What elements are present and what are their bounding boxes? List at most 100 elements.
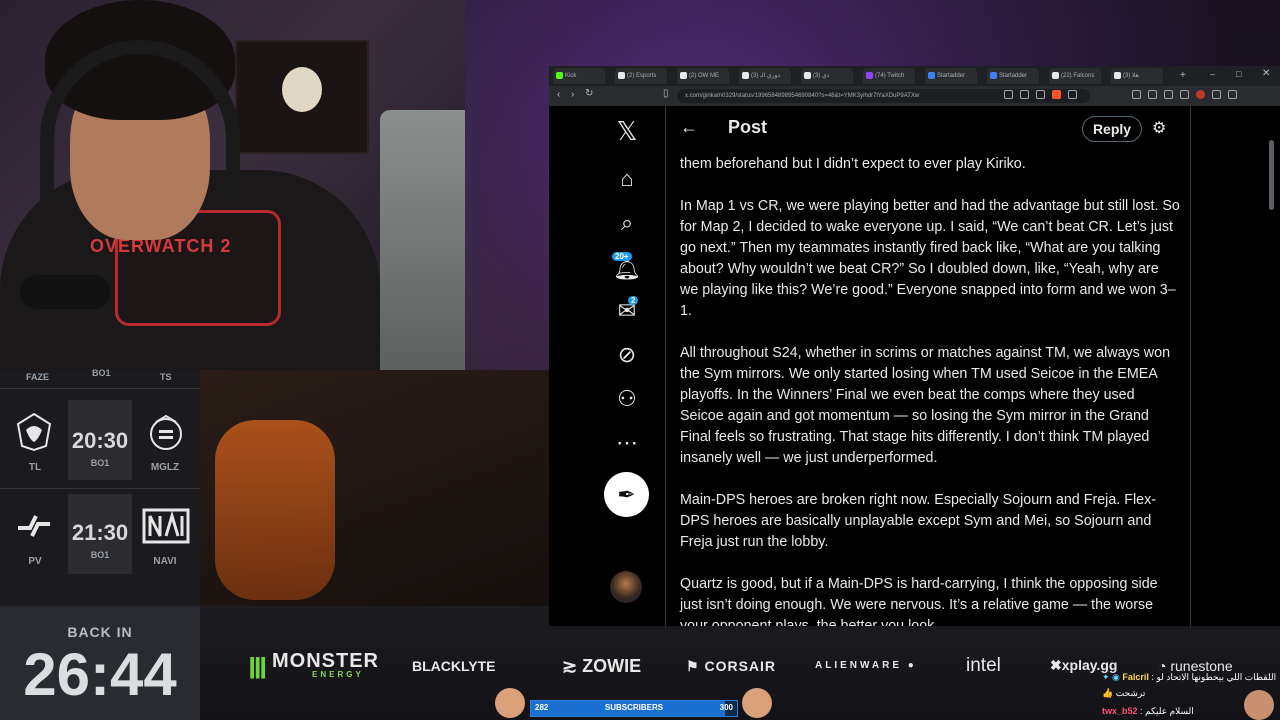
- search-page-icon[interactable]: [1020, 90, 1029, 99]
- sponsor-alienware-label: ALIENWARE: [815, 660, 902, 671]
- tab-favicon-icon: [866, 72, 873, 79]
- sponsor-zowie-label: ZOWIE: [582, 656, 642, 676]
- microphone: [20, 275, 110, 309]
- post-paragraph: them beforehand but I didn’t expect to e…: [680, 156, 1026, 172]
- match-time: 21:30: [71, 520, 129, 545]
- compose-post-button[interactable]: ✒: [604, 472, 649, 517]
- browser-tab[interactable]: هلا (3): [1111, 68, 1163, 84]
- chair: [215, 420, 335, 600]
- tab-favicon-icon: [556, 72, 563, 79]
- match-format: BO1: [90, 458, 110, 468]
- reply-button[interactable]: Reply: [1082, 116, 1142, 142]
- maximize-button[interactable]: □: [1236, 69, 1241, 79]
- chat-message: twx_b52 : السلام عليكم: [1102, 706, 1194, 716]
- scrollbar[interactable]: [1269, 140, 1274, 210]
- forward-nav-icon[interactable]: ›: [571, 89, 574, 100]
- x-logo-icon[interactable]: 𝕏: [605, 116, 649, 147]
- chat-username: twx_b52: [1102, 706, 1138, 716]
- mglz-logo: [142, 408, 190, 456]
- sponsor-zowie: ≳ ZOWIE: [562, 656, 641, 677]
- grok-icon[interactable]: ⊘: [605, 342, 649, 368]
- brave-icon[interactable]: [1052, 90, 1061, 99]
- post-paragraph: In Map 1 vs CR, we were playing better a…: [680, 198, 1180, 319]
- bookmarks-icon[interactable]: [1148, 90, 1157, 99]
- browser-tab[interactable]: (3) دي: [801, 68, 853, 84]
- bookmark-icon[interactable]: ▯: [663, 88, 669, 99]
- feather-icon: ✒: [617, 482, 636, 507]
- download-icon[interactable]: [1132, 90, 1141, 99]
- monster-claw-icon: Ⅲ: [248, 653, 268, 684]
- sponsor-monster-sub: ENERGY: [312, 670, 364, 679]
- browser-tab[interactable]: (2) Esports: [615, 68, 667, 84]
- match-format: BO1: [90, 550, 110, 560]
- back-arrow-icon[interactable]: ←: [680, 117, 698, 138]
- header-mid: BO1: [92, 368, 111, 378]
- team1-tag: TL: [28, 462, 42, 473]
- sidebar-icon[interactable]: [1164, 90, 1173, 99]
- browser-tab[interactable]: (22) Falcons: [1049, 68, 1101, 84]
- more-icon[interactable]: ⋯: [605, 430, 649, 456]
- browser-tab[interactable]: Kick: [553, 68, 605, 84]
- tab-favicon-icon: [680, 72, 687, 79]
- tab-favicon-icon: [618, 72, 625, 79]
- new-tab-button[interactable]: +: [1180, 70, 1186, 81]
- post-paragraph: All throughout S24, whether in scrims or…: [680, 345, 1171, 466]
- tab-label: (2) Esports: [627, 73, 657, 79]
- chat-badge-icon: ✦ ◉: [1102, 672, 1123, 682]
- menu-icon[interactable]: [1228, 90, 1237, 99]
- wallet-icon[interactable]: [1180, 90, 1189, 99]
- account-avatar[interactable]: [610, 571, 642, 603]
- chat-message: ✦ ◉ Falcril : اللقطات اللي بيحطونها الات…: [1102, 672, 1277, 682]
- sponsor-corsair-label: CORSAIR: [704, 658, 777, 674]
- cabinet: [380, 110, 465, 370]
- sponsor-blacklyte: BLACKLYTE: [412, 658, 496, 674]
- tab-favicon-icon: [990, 72, 997, 79]
- share-icon[interactable]: [1036, 90, 1045, 99]
- settings-sliders-icon[interactable]: ⚙: [1152, 118, 1166, 138]
- profile-icon[interactable]: ⚇: [605, 386, 649, 412]
- chat-hand-icon: 👍: [1102, 688, 1116, 698]
- tab-label: (3) دوري الـ: [751, 73, 781, 79]
- close-window-button[interactable]: ✕: [1262, 68, 1270, 79]
- post-paragraph: Main-DPS heroes are broken right now. Es…: [680, 492, 1156, 550]
- tab-label: (74) Twitch: [875, 73, 905, 79]
- browser-tab[interactable]: Startadder: [987, 68, 1039, 84]
- browser-tab[interactable]: (3) دوري الـ: [739, 68, 791, 84]
- notifications-badge: 20+: [612, 252, 632, 261]
- team1-tag: PV: [28, 556, 42, 567]
- subscriber-goal: 300: [719, 703, 733, 712]
- browser-tab[interactable]: (2) OW ME: [677, 68, 729, 84]
- home-icon[interactable]: ⌂: [605, 166, 649, 192]
- divider: [0, 488, 200, 489]
- zoom-icon[interactable]: [1004, 90, 1013, 99]
- team2-tag: MGLZ: [150, 462, 180, 473]
- minimize-button[interactable]: –: [1210, 69, 1215, 79]
- chat-message: 👍 ترشحت: [1102, 688, 1145, 699]
- sponsor-xplay-label: xplay.gg: [1061, 657, 1118, 673]
- post-title: Post: [728, 117, 768, 137]
- extension-icon[interactable]: [1068, 90, 1077, 99]
- reload-icon[interactable]: ↻: [585, 88, 593, 99]
- vpn-icon[interactable]: [1212, 90, 1221, 99]
- messages-icon[interactable]: ✉: [605, 298, 649, 324]
- profile-icon[interactable]: [1196, 90, 1205, 99]
- chat-mascot-icon: [1244, 690, 1274, 720]
- post-paragraph: Quartz is good, but if a Main-DPS is har…: [680, 576, 1158, 626]
- header-right: TS: [160, 372, 172, 382]
- sponsor-alienware: ALIENWARE ●: [815, 660, 917, 671]
- tab-label: (22) Falcons: [1061, 73, 1095, 79]
- match-schedule-panel: FAZE BO1 TS TL 20:30 BO1 MGLZ PV 21:30 B…: [0, 368, 200, 606]
- browser-tab[interactable]: (74) Twitch: [863, 68, 915, 84]
- browser-tab[interactable]: Startadder: [925, 68, 977, 84]
- webcam-feed: OVERWATCH 2: [0, 0, 465, 370]
- tab-label: Kick: [565, 73, 577, 79]
- chat-username: Falcril: [1122, 672, 1149, 682]
- team-liquid-logo: [10, 408, 58, 456]
- chat-text: السلام عليكم: [1145, 706, 1194, 716]
- search-icon[interactable]: ⌕: [605, 210, 649, 236]
- tab-favicon-icon: [742, 72, 749, 79]
- tab-favicon-icon: [1114, 72, 1121, 79]
- back-nav-icon[interactable]: ‹: [557, 89, 560, 100]
- alienware-icon: ●: [902, 660, 917, 671]
- tab-label: (2) OW ME: [689, 73, 719, 79]
